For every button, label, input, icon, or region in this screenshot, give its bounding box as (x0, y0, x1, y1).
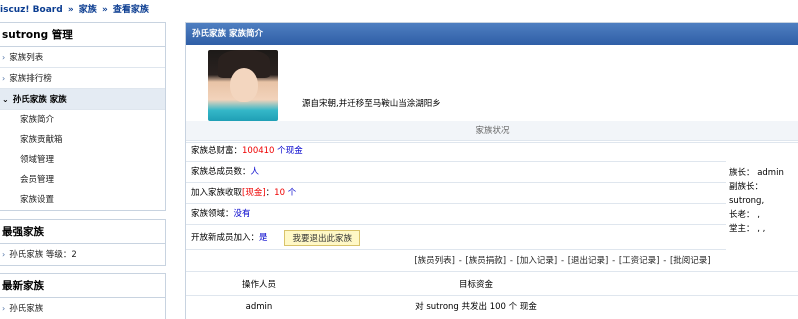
newest-family-title: 最新家族 (0, 274, 165, 298)
sidebar-subitem-members[interactable]: 会员管理 (0, 170, 165, 190)
open-row: 开放新成员加入：是 我要退出此家族 (186, 227, 726, 250)
sidebar-item-family-ranking[interactable]: › 家族排行榜 (0, 68, 165, 89)
breadcrumb: iscuz! Board » 家族 » 查看家族 (0, 2, 149, 15)
leader-elder: 长老： , (729, 210, 760, 220)
sidebar-item-label: 家族列表 (9, 53, 44, 63)
territory-row: 家族领域：没有 (186, 204, 726, 225)
strongest-family-item[interactable]: › 孙氏家族 等级：2 (0, 244, 165, 265)
wealth-currency: 现金 (285, 146, 303, 156)
territory-label: 家族领域： (191, 209, 234, 219)
family-intro-text: 源自宋朝,并迁移至马鞍山当涂湖阳乡 (302, 99, 441, 109)
breadcrumb-site-link[interactable]: iscuz! Board (0, 5, 63, 15)
sidebar-subitem-territory[interactable]: 领域管理 (0, 150, 165, 170)
strongest-family-title: 最强家族 (0, 220, 165, 244)
members-row: 家族总成员数：人 (186, 162, 726, 183)
newest-family-label: 孙氏家族 (9, 304, 44, 314)
chevron-right-icon: › (2, 304, 6, 313)
newest-family-item[interactable]: › 孙氏家族 (0, 298, 165, 319)
wealth-unit: 个 (277, 146, 286, 156)
column-header-target-funds: 目标资金 (458, 280, 493, 290)
newest-family-box: 最新家族 › 孙氏家族 (0, 273, 166, 319)
leave-records-link[interactable]: [退出记录] (568, 256, 609, 266)
sidebar: sutrong 管理 › 家族列表 › 家族排行榜 ⌄ 孙氏家族 家族 家族简介 家族… (0, 22, 166, 211)
fee-unit: 个 (287, 188, 297, 198)
members-label: 家族总成员数： (191, 167, 251, 177)
table-row: admin 对 sutrong 共发出 100 个 现金 (186, 296, 798, 318)
join-records-link[interactable]: [加入记录] (517, 256, 558, 266)
breadcrumb-separator: » (67, 5, 74, 15)
fee-row: 加入家族收取[现金]：10 个 (186, 183, 726, 204)
fee-colon: ： (265, 188, 275, 198)
table-cell-operator: admin (245, 302, 273, 312)
strongest-family-label: 孙氏家族 等级：2 (9, 250, 77, 260)
breadcrumb-current[interactable]: 查看家族 (113, 5, 149, 15)
family-leaders: 族长： admin 副族长： sutrong, 长老： , 堂主： , , (727, 166, 798, 236)
chevron-right-icon: › (2, 74, 6, 83)
wealth-row: 家族总财富：100410 个现金 (186, 141, 726, 162)
strongest-family-box: 最强家族 › 孙氏家族 等级：2 (0, 219, 166, 266)
wealth-label: 家族总财富： (191, 146, 243, 156)
open-label: 开放新成员加入： (191, 233, 260, 243)
column-header-operator: 操作人员 (242, 280, 277, 290)
fee-label: 加入家族收取 (191, 188, 243, 198)
table-header: 操作人员 目标资金 (186, 274, 798, 296)
records-links: [族员列表] - [族员捐款] - [加入记录] - [退出记录] - [工资记… (186, 251, 798, 272)
leader-vice: 副族长： sutrong, (729, 182, 765, 206)
breadcrumb-separator: » (101, 5, 108, 15)
breadcrumb-family-link[interactable]: 家族 (79, 5, 97, 15)
approval-records-link[interactable]: [批阅记录] (670, 256, 711, 266)
sidebar-subitem-contribution[interactable]: 家族贡献箱 (0, 130, 165, 150)
leader-master: 堂主： , , (729, 224, 766, 234)
sidebar-item-label: 家族排行榜 (9, 74, 52, 84)
chevron-down-icon: ⌄ (2, 95, 9, 104)
manage-box: sutrong 管理 › 家族列表 › 家族排行榜 ⌄ 孙氏家族 家族 家族简介 家族… (0, 22, 166, 211)
member-list-link[interactable]: [族员列表] (414, 256, 455, 266)
fee-currency: [现金] (242, 188, 266, 198)
chevron-right-icon: › (2, 53, 6, 62)
open-value: 是 (259, 233, 268, 243)
leader-chief: 族长： admin (729, 168, 784, 178)
table-cell-target-funds: 对 sutrong 共发出 100 个 现金 (415, 302, 537, 312)
page-title: 孙氏家族 家族简介 (186, 23, 798, 45)
sidebar-subitem-settings[interactable]: 家族设置 (0, 190, 165, 210)
main-panel: 孙氏家族 家族简介 源自宋朝,并迁移至马鞍山当涂湖阳乡 家族状况 家族总财富：1… (185, 22, 798, 319)
leave-family-button[interactable]: 我要退出此家族 (284, 229, 361, 246)
wage-records-link[interactable]: [工资记录] (619, 256, 660, 266)
territory-value[interactable]: 没有 (234, 209, 251, 219)
sidebar-item-label: 孙氏家族 家族 (12, 95, 67, 105)
manage-title: sutrong 管理 (0, 23, 165, 47)
sidebar-item-current-family[interactable]: ⌄ 孙氏家族 家族 (0, 89, 165, 110)
family-avatar (208, 50, 278, 121)
chevron-right-icon: › (2, 250, 6, 259)
wealth-value: 100410 (242, 146, 275, 156)
sidebar-subitem-intro[interactable]: 家族简介 (0, 110, 165, 130)
fee-value: 10 (274, 188, 285, 198)
members-value: 人 (250, 167, 260, 177)
donation-records-link[interactable]: [族员捐款] (465, 256, 506, 266)
status-section-title: 家族状况 (186, 121, 798, 141)
sidebar-item-family-list[interactable]: › 家族列表 (0, 47, 165, 68)
